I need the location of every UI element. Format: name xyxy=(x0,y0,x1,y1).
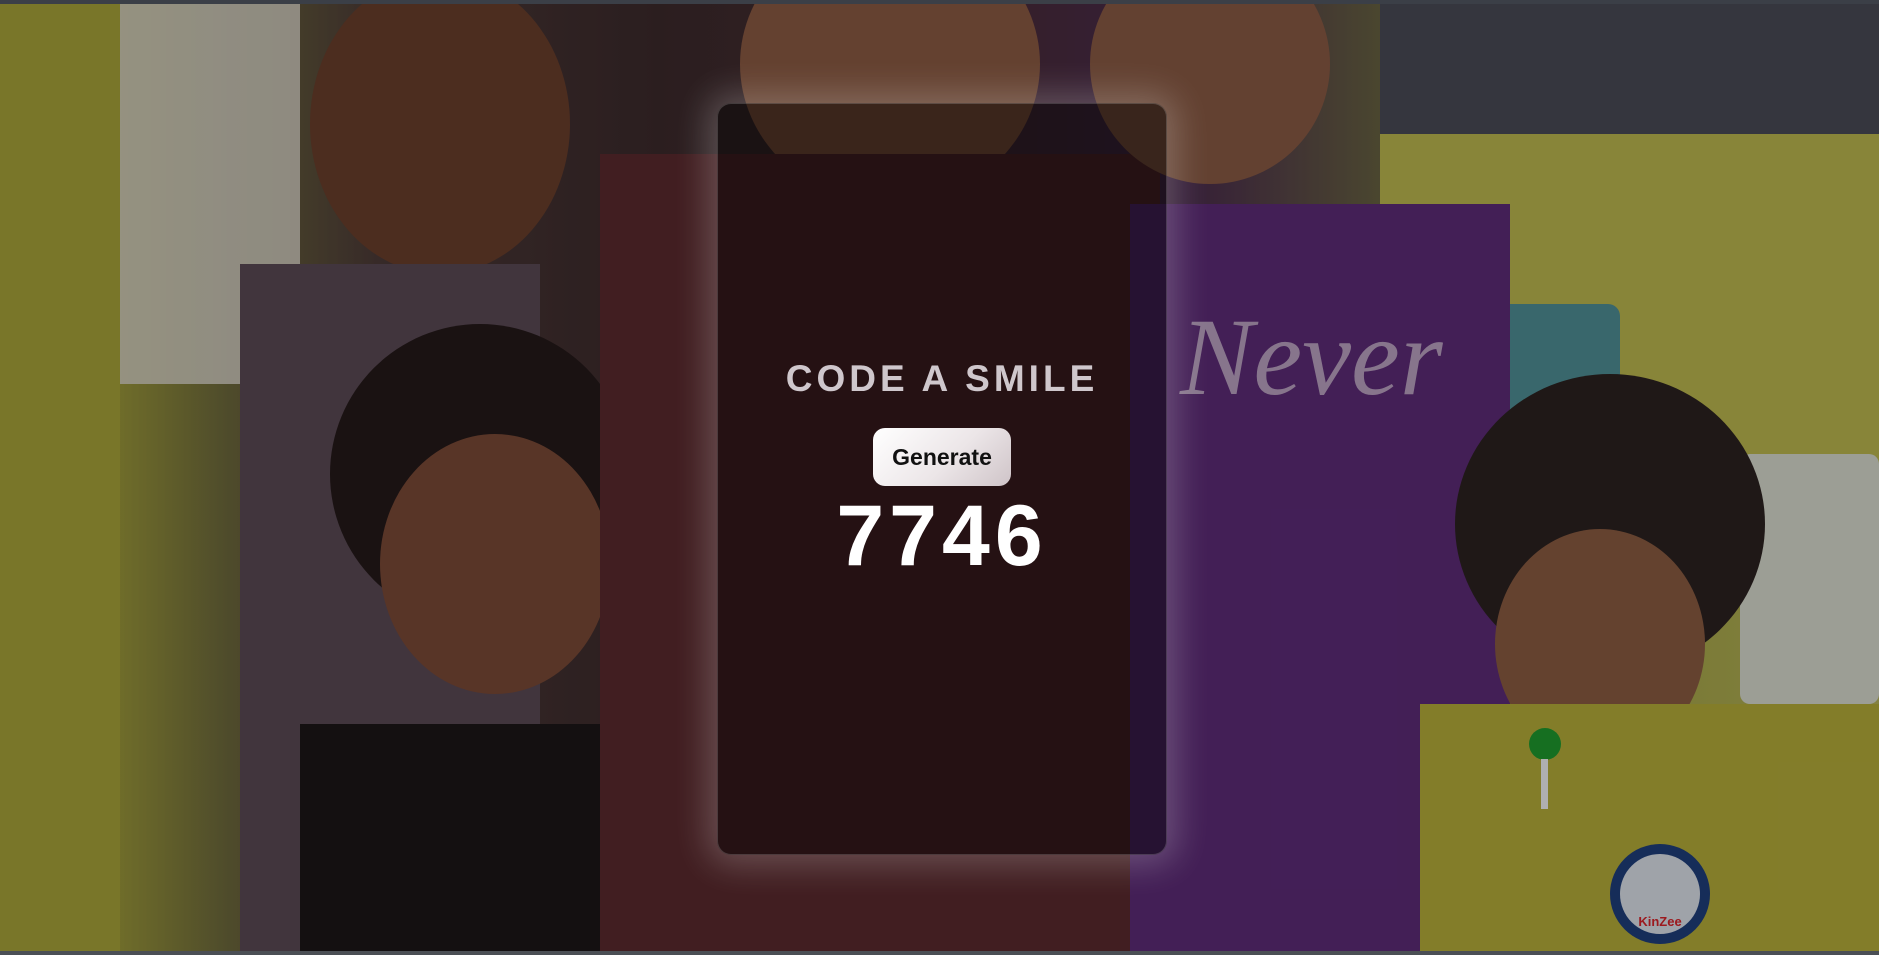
page-title: CODE A SMILE xyxy=(785,358,1099,399)
generated-number: 7746 xyxy=(836,488,1048,584)
window-bottom-border xyxy=(0,951,1879,955)
page: Never KinZee CODE A SMILE Generate 7746 xyxy=(0,0,1879,955)
generate-button[interactable]: Generate xyxy=(873,428,1011,486)
